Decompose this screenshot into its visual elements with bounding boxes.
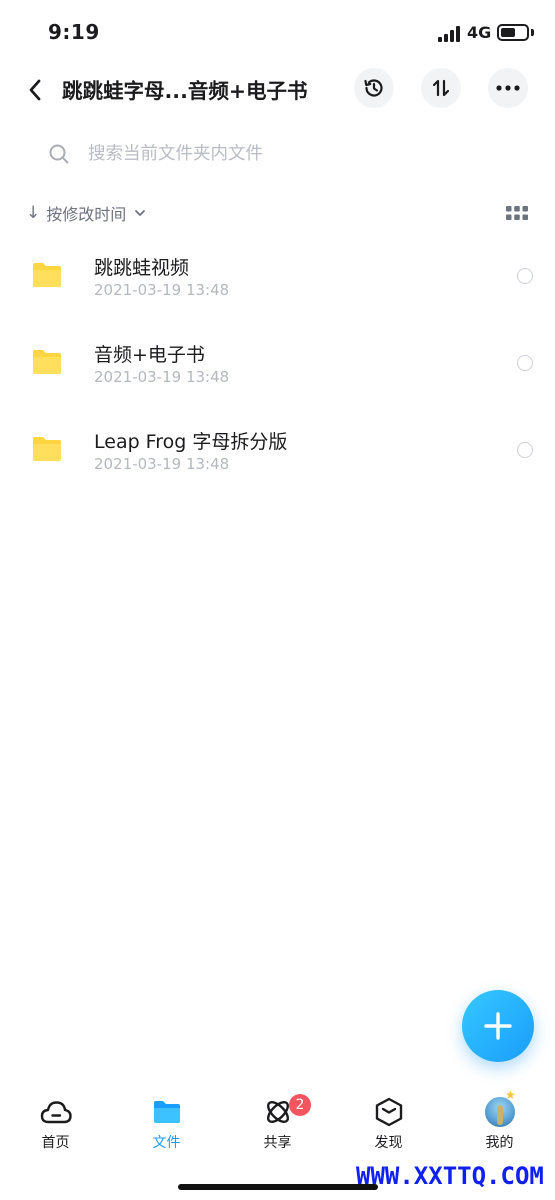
tab-discover[interactable]: 发现: [333, 1088, 444, 1158]
tab-label: 我的: [485, 1135, 514, 1151]
tab-label: 首页: [41, 1135, 70, 1151]
file-date: 2021-03-19 13:48: [94, 455, 230, 473]
select-checkbox[interactable]: [517, 355, 533, 371]
select-checkbox[interactable]: [517, 268, 533, 284]
page-title: 跳跳蛙字母...音频+电子书: [62, 79, 308, 103]
add-button[interactable]: [462, 990, 534, 1062]
share-badge: 2: [289, 1094, 311, 1116]
tab-bar: 首页 文件 共享 发现 我的: [0, 1088, 555, 1158]
more-dots-icon: [496, 85, 520, 91]
back-button[interactable]: [18, 72, 52, 108]
search-input[interactable]: [88, 144, 508, 164]
search-icon: [49, 144, 69, 164]
home-indicator: [178, 1184, 378, 1190]
file-name: 跳跳蛙视频: [94, 257, 190, 279]
sort-direction-arrow: ↓: [26, 203, 41, 223]
sort-arrows-icon: [432, 79, 450, 97]
status-time: 9:19: [48, 20, 100, 44]
list-item[interactable]: 音频+电子书 2021-03-19 13:48: [0, 321, 555, 408]
tab-share[interactable]: 共享: [222, 1088, 333, 1158]
tab-profile[interactable]: 我的: [444, 1088, 555, 1158]
search-bar[interactable]: [24, 130, 531, 178]
chevron-down-icon: [135, 210, 146, 216]
grid-view-icon[interactable]: [506, 205, 528, 221]
battery-level: [501, 28, 515, 37]
file-date: 2021-03-19 13:48: [94, 368, 230, 386]
list-item[interactable]: Leap Frog 字母拆分版 2021-03-19 13:48: [0, 408, 555, 495]
sort-selector[interactable]: ↓ 按修改时间: [26, 198, 146, 228]
folder-icon: [154, 1101, 180, 1123]
battery-cap: [531, 29, 534, 36]
plus-icon: [484, 1012, 512, 1040]
network-label: 4G: [467, 23, 492, 42]
battery-icon: [497, 24, 529, 41]
file-name: 音频+电子书: [94, 344, 205, 366]
file-name: Leap Frog 字母拆分版: [94, 431, 288, 453]
file-date: 2021-03-19 13:48: [94, 281, 230, 299]
file-list: 跳跳蛙视频 2021-03-19 13:48 音频+电子书 2021-03-19…: [0, 234, 555, 495]
more-button[interactable]: [488, 68, 528, 108]
status-bar: 9:19 4G: [0, 0, 555, 66]
cube-icon: [375, 1097, 403, 1127]
cloud-icon: [40, 1101, 72, 1124]
tab-files[interactable]: 文件: [111, 1088, 222, 1158]
sort-label: 按修改时间: [46, 205, 127, 224]
chevron-left-icon: [29, 79, 41, 101]
signal-icon: [438, 26, 460, 42]
folder-icon: [33, 263, 61, 287]
list-item[interactable]: 跳跳蛙视频 2021-03-19 13:48: [0, 234, 555, 321]
select-checkbox[interactable]: [517, 442, 533, 458]
tab-label: 共享: [263, 1135, 292, 1151]
folder-icon: [33, 350, 61, 374]
history-button[interactable]: [354, 68, 394, 108]
tab-label: 发现: [374, 1135, 403, 1151]
tab-label: 文件: [152, 1135, 181, 1151]
tab-home[interactable]: 首页: [0, 1088, 111, 1158]
watermark: WWW.XXTTQ.COM: [356, 1162, 544, 1190]
navigation-header: 跳跳蛙字母...音频+电子书: [0, 66, 555, 114]
sort-order-button[interactable]: [421, 68, 461, 108]
history-icon: [364, 79, 383, 97]
crown-icon: ★: [505, 1088, 516, 1102]
folder-icon: [33, 437, 61, 461]
